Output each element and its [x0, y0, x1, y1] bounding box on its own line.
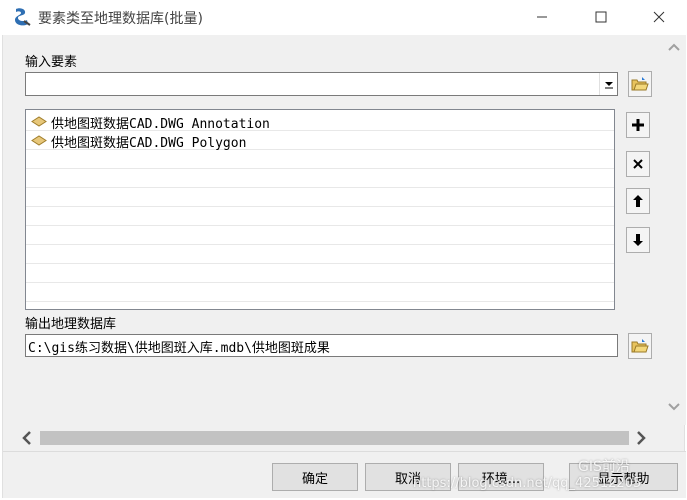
list-item-label: 供地图斑数据CAD.DWG Polygon	[51, 136, 247, 151]
combo-dropdown-button[interactable]	[599, 73, 617, 95]
scroll-thumb[interactable]	[40, 431, 629, 445]
list-empty-row[interactable]	[26, 150, 614, 169]
minimize-icon	[537, 16, 547, 18]
list-empty-row[interactable]	[26, 226, 614, 245]
browse-input-button[interactable]	[628, 71, 652, 97]
output-gdb-value: C:\gis练习数据\供地图斑入库.mdb\供地图斑成果	[28, 341, 330, 356]
chevron-down-icon	[604, 82, 613, 89]
environments-button[interactable]: 环境...	[458, 463, 544, 491]
output-gdb-field[interactable]: C:\gis练习数据\供地图斑入库.mdb\供地图斑成果	[25, 334, 618, 357]
chevron-left-icon	[22, 431, 31, 445]
maximize-icon	[595, 11, 607, 23]
input-features-label: 输入要素	[25, 55, 78, 70]
list-empty-row[interactable]	[26, 245, 614, 264]
ok-button[interactable]: 确定	[272, 463, 358, 491]
title-bar: 要素类至地理数据库(批量)	[0, 0, 687, 35]
list-empty-row[interactable]	[26, 283, 614, 302]
input-features-list[interactable]: 供地图斑数据CAD.DWG Annotation 供地图斑数据CAD.DWG Po…	[25, 109, 615, 310]
scroll-up-button[interactable]	[664, 37, 684, 57]
close-icon	[653, 11, 665, 23]
list-empty-row[interactable]	[26, 264, 614, 283]
button-bar: 确定 取消 环境... 显示帮助 https://blog.csdn.net/q…	[3, 451, 686, 498]
window-title: 要素类至地理数据库(批量)	[38, 11, 203, 27]
x-icon	[633, 159, 643, 169]
arrow-down-icon	[633, 234, 643, 246]
output-gdb-label: 输出地理数据库	[25, 317, 117, 332]
feature-class-icon	[31, 116, 47, 127]
cancel-button[interactable]: 取消	[365, 463, 451, 491]
list-item[interactable]: 供地图斑数据CAD.DWG Polygon	[26, 131, 614, 151]
show-help-button[interactable]: 显示帮助	[569, 463, 678, 491]
vertical-scrollbar[interactable]	[662, 35, 686, 425]
arrow-up-icon	[633, 195, 643, 207]
parameters-panel: 输入要素 供地图斑数据CAD.DWG Annotation 供地图斑数据CAD.D…	[3, 35, 661, 425]
scroll-right-button[interactable]	[631, 428, 651, 448]
chevron-right-icon	[637, 431, 646, 445]
remove-button[interactable]	[626, 151, 650, 177]
browse-output-button[interactable]	[628, 333, 652, 359]
scroll-down-button[interactable]	[664, 397, 684, 417]
list-empty-row[interactable]	[26, 207, 614, 226]
maximize-button[interactable]	[578, 0, 624, 34]
browse-folder-icon	[631, 77, 649, 91]
browse-folder-icon	[631, 339, 649, 353]
list-item-label: 供地图斑数据CAD.DWG Annotation	[51, 117, 270, 132]
chevron-down-icon	[668, 403, 680, 411]
scroll-left-button[interactable]	[17, 428, 37, 448]
move-down-button[interactable]	[626, 227, 650, 253]
close-button[interactable]	[636, 0, 682, 34]
horizontal-scrollbar[interactable]	[3, 425, 661, 451]
feature-class-icon	[31, 135, 47, 146]
list-item[interactable]: 供地图斑数据CAD.DWG Annotation	[26, 112, 614, 132]
move-up-button[interactable]	[626, 188, 650, 214]
list-empty-row[interactable]	[26, 188, 614, 207]
input-features-combo[interactable]	[25, 72, 618, 96]
minimize-button[interactable]	[519, 0, 565, 34]
chevron-up-icon	[668, 43, 680, 51]
dialog-body: 输入要素 供地图斑数据CAD.DWG Annotation 供地图斑数据CAD.D…	[2, 35, 686, 498]
arcgis-tool-icon	[15, 8, 31, 26]
list-empty-row[interactable]	[26, 302, 614, 309]
add-button[interactable]	[626, 112, 650, 138]
plus-icon	[632, 119, 644, 131]
list-empty-row[interactable]	[26, 169, 614, 188]
